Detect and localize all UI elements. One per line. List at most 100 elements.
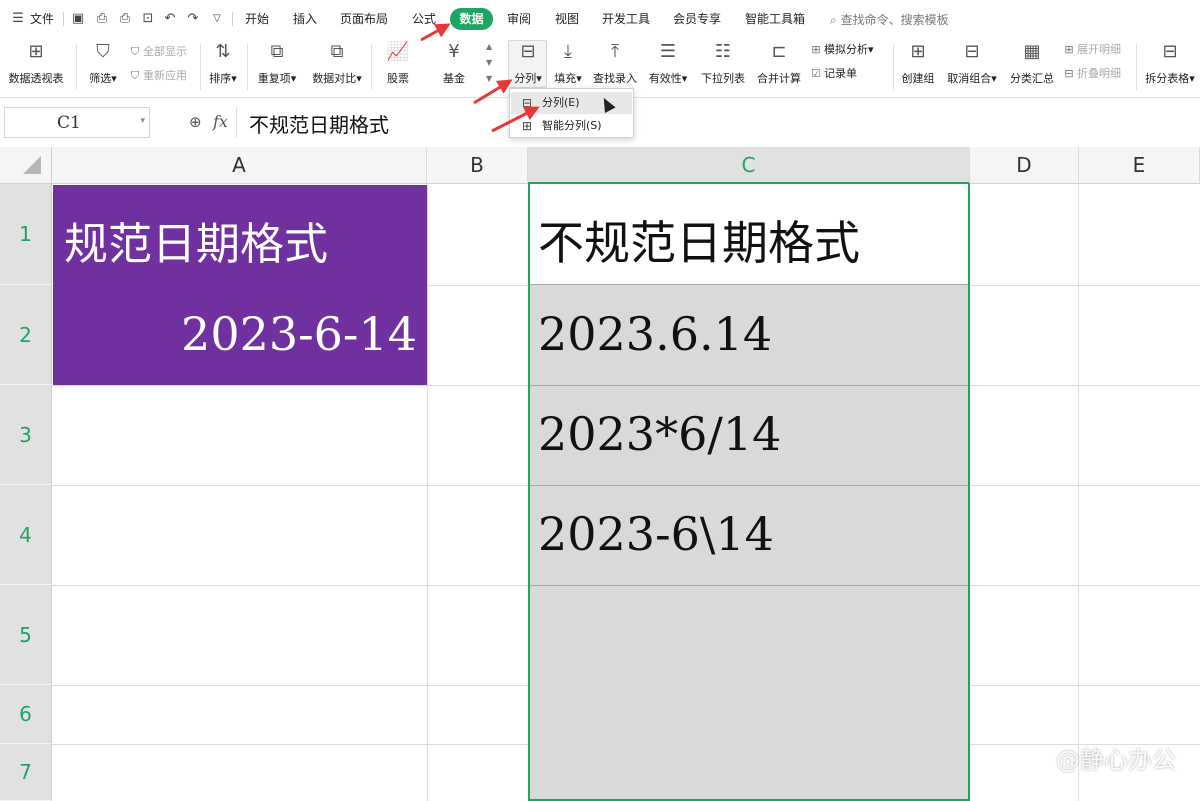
filter-button[interactable]: ⛉ 筛选▾ — [83, 40, 123, 90]
sort-text: 排序 — [209, 72, 232, 85]
split-table-button[interactable]: ⊟ 拆分表格▾ — [1142, 40, 1198, 90]
select-all-corner[interactable] — [0, 147, 52, 184]
undo-icon[interactable]: ↶ — [162, 11, 178, 27]
pivot-table-button[interactable]: ⊞ 数据透视表 — [4, 40, 68, 90]
validity-label: 有效性▾ — [648, 72, 688, 85]
filter-icon: ⛉ — [96, 41, 110, 62]
split-column-button[interactable]: ⊟ 分列▾ — [508, 40, 548, 90]
ungroup-button[interactable]: ⊟ 取消组合▾ — [944, 40, 1000, 90]
customize-toolbar-icon[interactable]: ▽ — [209, 11, 225, 27]
cell-border — [529, 485, 969, 486]
row-header-1[interactable]: 1 — [0, 184, 52, 285]
gallery-up-arrow[interactable]: ▲ — [486, 42, 492, 51]
create-group-button[interactable]: ⊞ 创建组 — [898, 40, 938, 90]
pivot-table-icon: ⊞ — [28, 41, 44, 62]
split-column-label: 分列▾ — [514, 72, 542, 85]
dropdown-list-button[interactable]: ☷ 下拉列表 — [698, 40, 748, 90]
gridline — [1078, 184, 1079, 801]
tab-insert[interactable]: 插入 — [293, 11, 317, 27]
column-header-a[interactable]: A — [52, 147, 427, 184]
divider — [893, 44, 894, 90]
stocks-button[interactable]: 📈 股票 — [378, 40, 418, 90]
ungroup-icon: ⊟ — [964, 41, 980, 62]
print-icon[interactable]: ⎙ — [117, 11, 133, 27]
search-icon: ⌕ — [830, 13, 837, 27]
tab-data[interactable]: 数据 — [450, 8, 493, 30]
menu-item-smart-split-label: 智能分列(S) — [542, 119, 602, 132]
cell-c3[interactable]: 2023*6/14 — [538, 407, 781, 461]
record-form-button[interactable]: ☑ 记录单 — [809, 67, 857, 81]
row-header-2[interactable]: 2 — [0, 285, 52, 385]
lookup-entry-button[interactable]: ⤒ 查找录入 — [590, 40, 640, 90]
split-column-icon: ⊟ — [520, 41, 536, 62]
subtotal-button[interactable]: ▦ 分类汇总 — [1006, 40, 1058, 90]
data-compare-button[interactable]: ⧉ 数据对比▾ — [308, 40, 366, 90]
column-header-d[interactable]: D — [970, 147, 1079, 184]
collapse-detail-label: 折叠明细 — [1077, 67, 1121, 80]
menu-item-smart-split[interactable]: ⊞ 智能分列(S) — [511, 115, 632, 137]
reapply-button[interactable]: ⛉ 重新应用 — [128, 69, 187, 83]
duplicates-button[interactable]: ⧉ 重复项▾ — [254, 40, 300, 90]
cell-c1[interactable]: 不规范日期格式 — [538, 207, 860, 273]
consolidate-label: 合并计算 — [757, 72, 801, 85]
show-all-icon: ⛉ — [130, 45, 140, 58]
cell-c4[interactable]: 2023-6\14 — [538, 507, 774, 561]
dropdown-list-label: 下拉列表 — [701, 72, 745, 85]
data-compare-icon: ⧉ — [330, 41, 344, 62]
tab-formulas[interactable]: 公式 — [412, 11, 436, 27]
expand-detail-button[interactable]: ⊞ 展开明细 — [1062, 43, 1121, 57]
cell-c2[interactable]: 2023.6.14 — [538, 307, 772, 361]
cell-a1[interactable]: 规范日期格式 — [64, 208, 328, 272]
collapse-detail-button[interactable]: ⊟ 折叠明细 — [1062, 67, 1121, 81]
export-pdf-icon[interactable]: ⎙ — [94, 11, 110, 27]
validity-button[interactable]: ☰ 有效性▾ — [646, 40, 690, 90]
file-menu[interactable]: 文件 — [30, 11, 54, 27]
column-header-c[interactable]: C — [528, 147, 970, 184]
row-header-7[interactable]: 7 — [0, 744, 52, 801]
funds-button[interactable]: ¥ 基金 — [434, 40, 474, 90]
menu-item-split-column[interactable]: ⊟ 分列(E) — [511, 92, 632, 114]
column-header-b[interactable]: B — [427, 147, 528, 184]
what-if-analysis-button[interactable]: ⊞ 模拟分析▾ — [809, 43, 873, 57]
tab-smart-toolbox[interactable]: 智能工具箱 — [745, 11, 805, 27]
duplicates-label: 重复项▾ — [257, 72, 297, 85]
tab-review[interactable]: 审阅 — [507, 11, 531, 27]
row-header-3[interactable]: 3 — [0, 385, 52, 485]
gallery-down-arrow[interactable]: ▼ — [486, 58, 492, 67]
row-header-6[interactable]: 6 — [0, 685, 52, 744]
split-column-icon: ⊟ — [521, 96, 533, 110]
row-header-5[interactable]: 5 — [0, 585, 52, 685]
subtotal-label: 分类汇总 — [1010, 72, 1054, 85]
fill-button[interactable]: ⤓ 填充▾ — [550, 40, 586, 90]
redo-icon[interactable]: ↷ — [185, 11, 201, 27]
formula-content: 不规范日期格式 — [249, 113, 389, 137]
smart-split-icon: ⊞ — [521, 119, 533, 133]
cell-a2[interactable]: 2023-6-14 — [181, 307, 417, 361]
hamburger-menu-icon[interactable]: ☰ — [10, 11, 26, 27]
divider — [232, 12, 233, 26]
data-compare-label: 数据对比▾ — [312, 72, 362, 85]
tab-view[interactable]: 视图 — [555, 11, 579, 27]
zoom-icon[interactable]: ⊕ — [189, 113, 202, 131]
tab-member[interactable]: 会员专享 — [673, 11, 721, 27]
expand-detail-icon: ⊞ — [1064, 43, 1074, 56]
fx-icon[interactable]: fx — [213, 112, 228, 131]
formula-input[interactable]: 不规范日期格式 — [236, 107, 1200, 138]
tab-home[interactable]: 开始 — [245, 11, 269, 27]
sort-button[interactable]: ⇅ 排序▾ — [205, 40, 241, 90]
print-preview-icon[interactable]: ⊡ — [140, 11, 156, 27]
consolidate-button[interactable]: ⊏ 合并计算 — [754, 40, 804, 90]
row-header-4[interactable]: 4 — [0, 485, 52, 585]
funds-label: 基金 — [443, 72, 465, 85]
stocks-label: 股票 — [387, 72, 409, 85]
show-all-button[interactable]: ⛉ 全部显示 — [128, 45, 187, 59]
name-box[interactable]: C1 ▾ — [4, 107, 150, 138]
gallery-more-arrow[interactable]: ▼ — [486, 74, 492, 83]
tab-page-layout[interactable]: 页面布局 — [340, 11, 388, 27]
save-icon[interactable]: ▣ — [70, 11, 86, 27]
command-search[interactable]: ⌕ 查找命令、搜索模板 — [830, 11, 949, 28]
dropdown-list-icon: ☷ — [714, 41, 732, 62]
tab-developer[interactable]: 开发工具 — [602, 11, 650, 27]
column-header-e[interactable]: E — [1079, 147, 1200, 184]
name-box-dropdown-icon[interactable]: ▾ — [140, 116, 145, 126]
